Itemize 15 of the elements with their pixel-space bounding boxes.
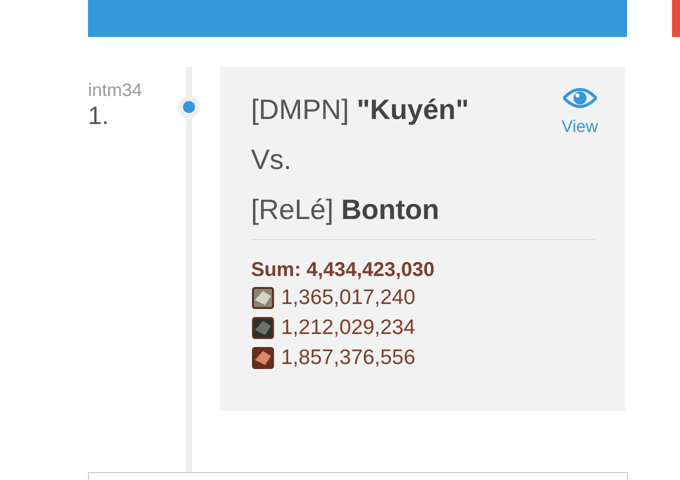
sum-total: Sum: 4,434,423,030 — [251, 258, 436, 283]
versus-label: Vs. — [251, 143, 292, 177]
view-link[interactable]: View — [561, 117, 598, 137]
defender-name: [ReLé] Bonton — [251, 193, 440, 227]
rank-number: 1. — [88, 101, 110, 131]
resource-amount: 1,857,376,556 — [281, 346, 416, 370]
eye-icon[interactable] — [562, 87, 597, 109]
ore-resource-icon — [251, 316, 275, 340]
resource-amount: 1,212,029,234 — [281, 316, 416, 340]
stone-resource-icon — [251, 286, 275, 310]
header-bar — [672, 0, 680, 37]
food-resource-icon — [251, 346, 275, 370]
username: intm34 — [88, 79, 144, 101]
attacker-name: [DMPN] "Kuyén" — [251, 93, 469, 127]
resource-amount: 1,365,017,240 — [281, 286, 416, 310]
